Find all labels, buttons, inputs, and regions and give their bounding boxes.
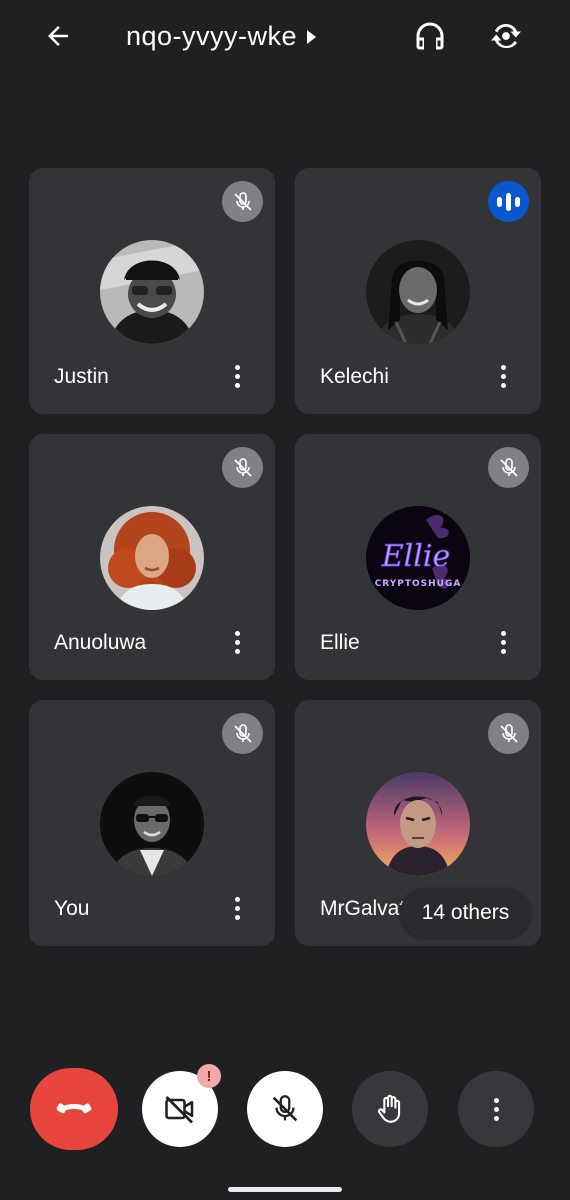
mic-off-icon [272,1095,298,1122]
avatar [100,772,204,876]
audio-output-button[interactable] [408,14,452,58]
participant-tile-justin[interactable]: Justin [29,168,275,414]
raise-hand-icon [377,1094,401,1123]
speaking-indicator-icon [488,181,529,222]
meeting-code: nqo-yvyy-wke [126,20,298,51]
more-vert-icon [484,1093,508,1125]
back-button[interactable] [38,16,78,56]
avatar [366,772,470,876]
camera-warning-badge: ! [197,1064,221,1088]
avatar [366,240,470,344]
mic-toggle-button[interactable] [247,1071,323,1147]
switch-camera-button[interactable] [484,14,528,58]
mic-off-icon [222,713,263,754]
participant-tile-you[interactable]: You [29,700,275,946]
ellie-logo-subtext: CRYPTOSHUGA [375,579,462,589]
participant-tile-anuoluwa[interactable]: Anuoluwa [29,434,275,680]
participant-more-button[interactable] [225,892,249,924]
arrow-back-icon [48,26,68,46]
mic-off-icon [222,181,263,222]
ellie-logo-text: Ellie [381,539,450,574]
mic-off-icon [488,713,529,754]
participant-more-button[interactable] [225,626,249,658]
avatar [100,240,204,344]
participant-name: Anuoluwa [54,631,147,654]
call-end-icon [56,1103,92,1114]
headphones-icon [416,22,444,50]
others-count-button[interactable]: 14 others [400,888,531,938]
participant-name: Kelechi [320,365,389,388]
switch-camera-icon [491,23,521,49]
avatar [100,506,204,610]
meeting-title-button[interactable]: nqo-yvyy-wke [126,18,317,54]
camera-off-icon [165,1096,194,1124]
participant-more-button[interactable] [491,626,515,658]
end-call-button[interactable] [30,1068,118,1150]
participant-name: Ellie [320,631,360,654]
mic-off-icon [222,447,263,488]
participant-tile-ellie[interactable]: Ellie CRYPTOSHUGA Ellie [295,434,541,680]
chevron-right-icon [307,30,317,44]
participant-more-button[interactable] [491,360,515,392]
participant-name: Justin [54,365,109,388]
raise-hand-button[interactable] [352,1071,428,1147]
mic-off-icon [488,447,529,488]
participant-tile-kelechi[interactable]: Kelechi [295,168,541,414]
home-indicator[interactable] [228,1187,342,1192]
top-bar: nqo-yvyy-wke [0,0,570,72]
participant-name: You [54,897,90,920]
avatar: Ellie CRYPTOSHUGA [366,506,470,610]
participant-more-button[interactable] [225,360,249,392]
more-options-button[interactable] [458,1071,534,1147]
